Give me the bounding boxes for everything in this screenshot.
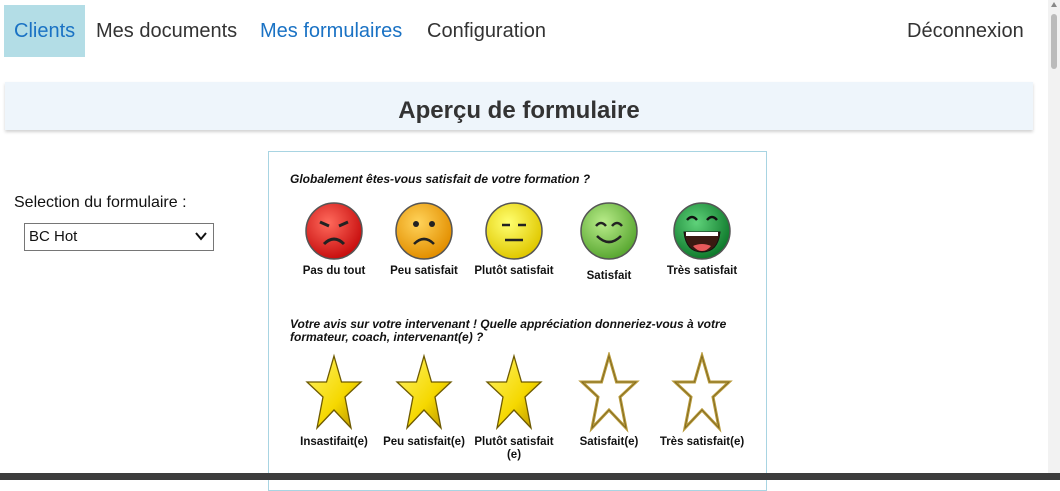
top-nav: Clients Mes documents Mes formulaires Co… [0, 0, 1040, 60]
logout-link[interactable]: Déconnexion [907, 5, 1024, 57]
rating-option-label: Satisfait [586, 270, 632, 282]
question-1-text: Globalement êtes-vous satisfait de votre… [290, 172, 591, 186]
rating-option-peu-satisfait-e[interactable]: Peu satisfait(e) [379, 352, 469, 449]
page-title-banner: Aperçu de formulaire [5, 82, 1033, 130]
rating-option-insatisfait[interactable]: Insastifait(e) [289, 352, 379, 449]
nav-configuration[interactable]: Configuration [427, 5, 546, 57]
star-filled-icon [305, 353, 363, 431]
rating-option-satisfait[interactable]: Satisfait [564, 200, 654, 283]
rating-option-label: Satisfait(e) [579, 436, 639, 448]
page-title: Aperçu de formulaire [398, 97, 640, 124]
form-selection-label: Selection du formulaire : [14, 194, 187, 211]
rating-option-label: Plutôt satisfait (e) [474, 436, 554, 461]
form-preview-card: Globalement êtes-vous satisfait de votre… [268, 151, 767, 491]
grin-face-icon [673, 202, 731, 260]
rating-option-label: Très satisfait(e) [659, 436, 745, 448]
star-empty-icon [671, 352, 733, 433]
rating-option-plutot-satisfait[interactable]: Plutôt satisfait [469, 200, 559, 278]
rating-option-label: Pas du tout [302, 265, 366, 277]
sad-face-icon [395, 202, 453, 260]
rating-option-label: Peu satisfait [390, 265, 458, 277]
rating-option-pas-du-tout[interactable]: Pas du tout [289, 200, 379, 278]
chevron-down-icon [195, 232, 207, 241]
nav-clients[interactable]: Clients [4, 5, 86, 57]
rating-option-label: Insastifait(e) [300, 436, 368, 448]
form-select-value: BC Hot [29, 228, 78, 245]
nav-mes-formulaires[interactable]: Mes formulaires [260, 5, 402, 57]
star-filled-icon [485, 353, 543, 431]
scroll-up-arrow-icon[interactable] [1051, 2, 1057, 7]
taskbar-edge [0, 473, 1060, 480]
star-filled-icon [395, 353, 453, 431]
nav-mes-documents[interactable]: Mes documents [96, 5, 237, 57]
rating-option-label: Plutôt satisfait [474, 265, 554, 277]
scrollbar-thumb[interactable] [1051, 14, 1057, 69]
rating-option-plutot-satisfait-e[interactable]: Plutôt satisfait (e) [469, 352, 559, 462]
question-2-text: Votre avis sur votre intervenant ! Quell… [290, 317, 727, 344]
rating-option-satisfait-e[interactable]: Satisfait(e) [564, 352, 654, 449]
rating-option-peu-satisfait[interactable]: Peu satisfait [379, 200, 469, 278]
rating-option-label: Très satisfait [666, 265, 738, 277]
rating-option-tres-satisfait[interactable]: Très satisfait [657, 200, 747, 278]
neutral-face-icon [485, 202, 543, 260]
smile-face-icon [580, 202, 638, 260]
vertical-scrollbar[interactable] [1048, 0, 1060, 474]
rating-option-tres-satisfait-e[interactable]: Très satisfait(e) [657, 352, 747, 449]
star-empty-icon [578, 352, 640, 433]
angry-face-icon [305, 202, 363, 260]
form-select[interactable]: BC Hot [24, 223, 214, 251]
rating-option-label: Peu satisfait(e) [383, 436, 465, 448]
